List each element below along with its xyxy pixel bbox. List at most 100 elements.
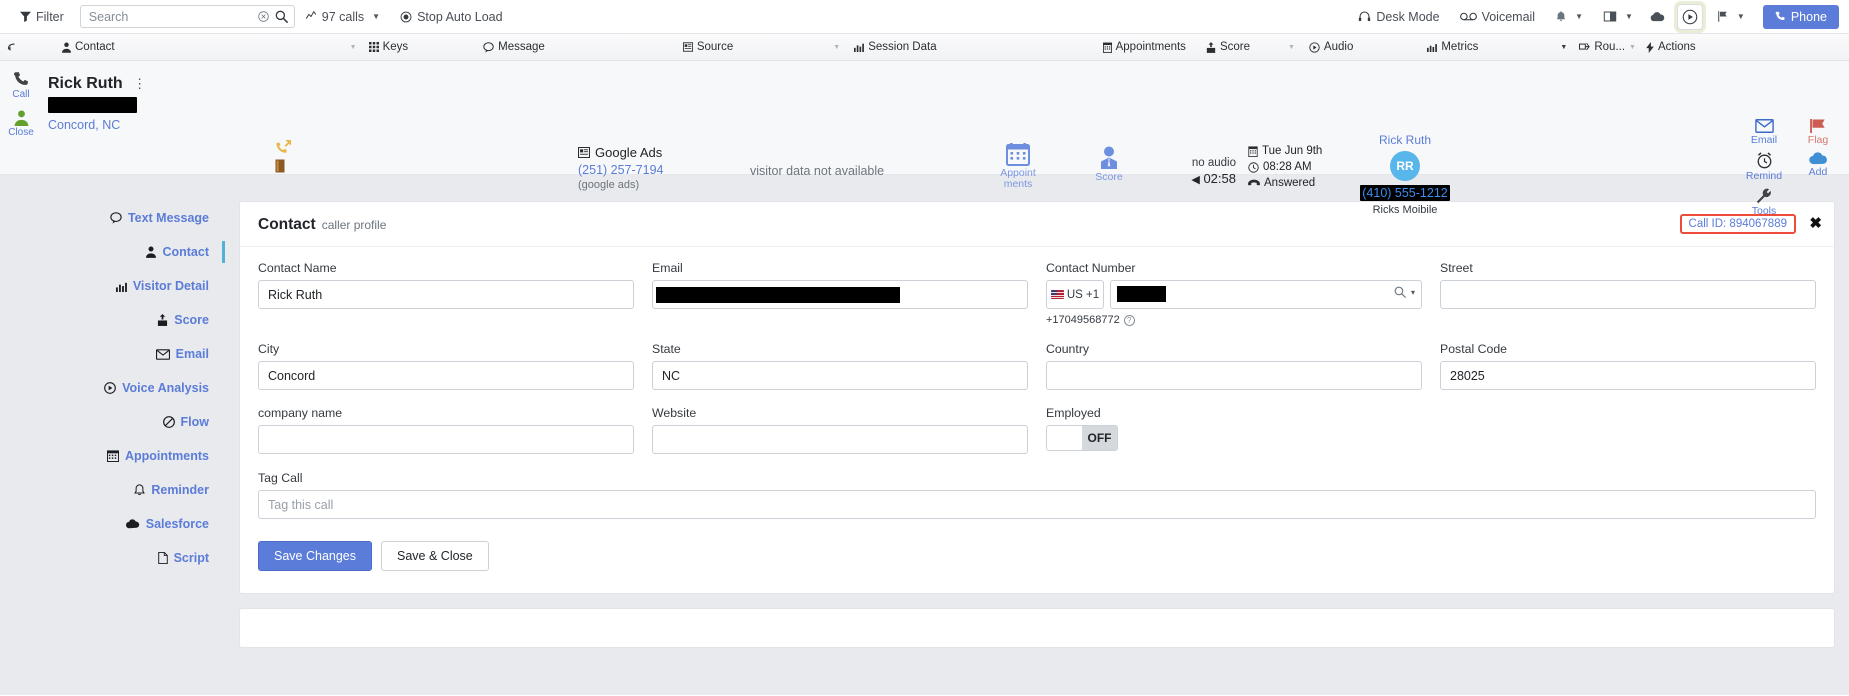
street-input[interactable] — [1440, 280, 1816, 309]
filter-button[interactable]: Filter — [10, 0, 74, 34]
tab-contact[interactable]: Contact — [62, 34, 115, 61]
chevron-down-icon[interactable]: ▼ — [1629, 44, 1636, 51]
notifications-button[interactable]: ▼ — [1545, 0, 1593, 34]
employed-toggle[interactable]: OFF — [1046, 425, 1118, 451]
sidebar-item-appointments[interactable]: Appointments — [0, 439, 225, 473]
play-circle-icon — [1309, 41, 1320, 53]
metrics-icon — [1427, 42, 1438, 52]
tab-audio[interactable]: Audio — [1309, 34, 1353, 61]
sidebar-item-text-message[interactable]: Text Message — [0, 201, 225, 235]
field-contact-number: Contact Number US +1 ▾ +17049568772 ? — [1046, 261, 1422, 326]
caller-location[interactable]: Concord, NC — [48, 118, 146, 132]
tab-appointments[interactable]: Appointments — [1102, 34, 1186, 61]
email-tool-button[interactable]: Email — [1741, 119, 1787, 146]
add-tool-button[interactable]: Add — [1795, 152, 1841, 182]
close-button[interactable]: Close — [4, 110, 38, 138]
filter-label: Filter — [36, 9, 64, 24]
calls-count-dropdown[interactable]: 97 calls ▼ — [295, 0, 390, 34]
flag-dropdown-button[interactable]: ▼ — [1707, 0, 1755, 34]
contact-number-redaction-overlay — [1117, 286, 1167, 302]
back-arrow-icon[interactable] — [0, 41, 26, 53]
save-and-close-button[interactable]: Save & Close — [381, 541, 489, 571]
calendar-icon — [1102, 42, 1112, 53]
score-shortcut[interactable]: Score — [1090, 146, 1128, 183]
sidebar-item-score[interactable]: Score — [0, 303, 225, 337]
desk-mode-button[interactable]: Desk Mode — [1348, 0, 1449, 34]
field-tag-call: Tag Call — [258, 471, 1816, 519]
tab-session-data[interactable]: Session Data — [854, 34, 937, 61]
postal-code-input[interactable] — [1440, 361, 1816, 390]
country-code-select[interactable]: US +1 — [1046, 280, 1104, 309]
person-icon — [62, 42, 71, 53]
caller-menu-icon[interactable]: ⋮ — [133, 76, 146, 92]
clear-search-icon[interactable] — [258, 11, 275, 22]
sidebar-item-label: Script — [173, 551, 209, 565]
phone-button[interactable]: Phone — [1762, 4, 1839, 29]
voicemail-button[interactable]: Voicemail — [1450, 0, 1546, 34]
search-input[interactable] — [80, 9, 258, 24]
company-name-input[interactable] — [258, 425, 634, 454]
tab-keys[interactable]: Keys — [368, 34, 408, 61]
call-button[interactable]: Call — [4, 71, 38, 100]
source-number[interactable]: (251) 257-7194 — [578, 163, 663, 177]
source-subtitle: (google ads) — [578, 179, 640, 191]
layout-button[interactable]: ▼ — [1593, 0, 1643, 34]
website-input[interactable] — [652, 425, 1028, 454]
call-id-badge[interactable]: Call ID: 894067889 — [1679, 214, 1796, 234]
call-status: Answered — [1264, 177, 1316, 189]
chevron-down-icon[interactable]: ▼ — [350, 44, 357, 51]
sidebar-item-voice-analysis[interactable]: Voice Analysis — [0, 371, 225, 405]
stop-auto-load-button[interactable]: Stop Auto Load — [390, 0, 513, 34]
sidebar-item-reminder[interactable]: Reminder — [0, 473, 225, 507]
state-input[interactable] — [652, 361, 1028, 390]
contact-name-input[interactable] — [258, 280, 634, 309]
sidebar-item-contact[interactable]: Contact — [0, 235, 225, 269]
appointments-shortcut[interactable]: Appoint ments — [997, 143, 1039, 190]
sidebar-item-visitor-detail[interactable]: Visitor Detail — [0, 269, 225, 303]
call-header: Call Close Rick Ruth ⋮ (410) 555-1212 Co… — [0, 61, 1849, 217]
chart-icon — [854, 42, 865, 52]
help-icon[interactable]: ? — [1123, 314, 1135, 326]
agent-phone-redacted: (410) 555-1212 — [1360, 185, 1450, 201]
field-city: City — [258, 342, 634, 390]
sidebar-item-script[interactable]: Script — [0, 541, 225, 575]
caller-identity: Rick Ruth ⋮ (410) 555-1212 Concord, NC — [48, 75, 146, 132]
agent-name[interactable]: Rick Ruth — [1360, 133, 1450, 147]
chevron-down-icon[interactable]: ▼ — [1560, 44, 1567, 51]
tab-score[interactable]: Score — [1206, 34, 1250, 61]
tab-message[interactable]: Message — [483, 34, 545, 61]
save-changes-button[interactable]: Save Changes — [258, 541, 373, 571]
search-box[interactable] — [79, 5, 296, 28]
field-spacer — [1440, 406, 1816, 455]
city-label: City — [258, 342, 280, 356]
sidebar-item-email[interactable]: Email — [0, 337, 225, 371]
sidebar-item-label: Reminder — [151, 483, 209, 497]
chevron-down-icon[interactable]: ▼ — [1288, 44, 1295, 51]
score-label: Score — [1095, 171, 1123, 183]
record-stop-icon — [400, 11, 412, 23]
field-email: Email — [652, 261, 1028, 326]
flag-tool-button[interactable]: Flag — [1795, 119, 1841, 146]
play-recording-button[interactable] — [1676, 3, 1703, 30]
tab-routing[interactable]: Rou... ▼ — [1579, 34, 1636, 61]
sidebar-item-label: Text Message — [127, 211, 209, 225]
cloud-sync-button[interactable] — [1643, 4, 1673, 30]
close-icon[interactable]: ✖ — [1809, 214, 1822, 232]
tab-actions[interactable]: Actions — [1646, 34, 1696, 61]
audio-status-block: no audio ◀ 02:58 — [1170, 157, 1236, 186]
tab-metrics[interactable]: Metrics — [1427, 34, 1478, 61]
source-icon — [578, 147, 590, 158]
sidebar-item-salesforce[interactable]: Salesforce — [0, 507, 225, 541]
country-input[interactable] — [1046, 361, 1422, 390]
phone-lookup-icon[interactable]: ▾ — [1394, 286, 1415, 298]
chevron-down-icon[interactable]: ▼ — [833, 44, 840, 51]
city-input[interactable] — [258, 361, 634, 390]
remind-tool-button[interactable]: Remind — [1741, 152, 1787, 182]
tag-call-input[interactable] — [258, 490, 1816, 519]
ban-icon — [162, 416, 175, 428]
search-icon[interactable] — [275, 10, 296, 23]
sidebar-item-flow[interactable]: Flow — [0, 405, 225, 439]
tab-source[interactable]: Source — [682, 34, 733, 61]
phone-icon — [1775, 11, 1786, 22]
email-redaction-overlay — [656, 287, 900, 303]
